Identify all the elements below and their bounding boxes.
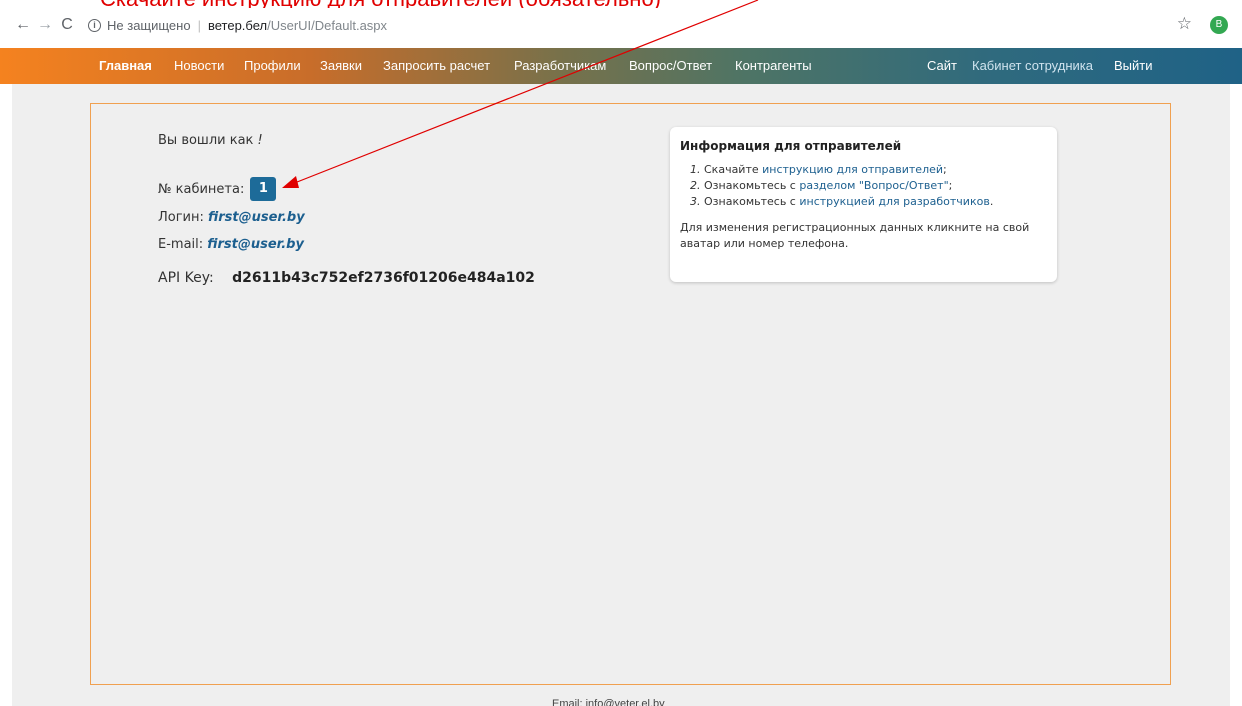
bookmark-star-icon[interactable]: ☆ — [1177, 14, 1192, 34]
nav-employee-cabinet[interactable]: Кабинет сотрудника — [972, 58, 1093, 73]
site-navbar: Главная Новости Профили Заявки Запросить… — [0, 48, 1242, 84]
address-separator: | — [197, 17, 201, 33]
login-label: Логин: — [158, 210, 204, 225]
nav-site[interactable]: Сайт — [927, 58, 957, 73]
back-arrow-icon[interactable]: ← — [12, 16, 34, 34]
url-domain[interactable]: ветер.бел — [208, 18, 267, 33]
logged-in-value: ! — [257, 133, 263, 148]
nav-contractors[interactable]: Контрагенты — [735, 58, 812, 73]
api-key-line: API Key: d2611b43c752ef2736f01206e484a10… — [158, 270, 535, 286]
info-icon[interactable]: i — [88, 18, 101, 32]
api-key-label: API Key: — [158, 270, 214, 286]
info-step: 3. Ознакомьтесь с инструкцией для разраб… — [690, 195, 994, 208]
login-line: Логин: first@user.by — [158, 210, 305, 225]
url-path[interactable]: /UserUI/Default.aspx — [267, 18, 387, 33]
forward-arrow-icon[interactable]: → — [34, 16, 56, 34]
browser-toolbar: ← → C i Не защищено | ветер.бел/UserUI/D… — [0, 8, 1242, 42]
nav-news[interactable]: Новости — [174, 58, 224, 73]
profile-avatar[interactable]: B — [1210, 16, 1228, 34]
cabinet-line: № кабинета: 1 — [158, 177, 277, 201]
info-step: 1. Скачайте инструкцию для отправителей; — [690, 163, 947, 176]
address-bar[interactable]: i Не защищено | ветер.бел/UserUI/Default… — [88, 13, 387, 37]
nav-logout[interactable]: Выйти — [1114, 58, 1153, 73]
sender-info-panel: Информация для отправителей 1. Скачайте … — [670, 127, 1057, 282]
info-steps-list: 1. Скачайте инструкцию для отправителей;… — [680, 162, 1047, 210]
security-status[interactable]: Не защищено — [107, 18, 191, 33]
logged-in-line: Вы вошли как ! — [158, 133, 263, 148]
cabinet-number-badge[interactable]: 1 — [250, 177, 277, 201]
email-link[interactable]: first@user.by — [207, 237, 304, 252]
nav-developers[interactable]: Разработчикам — [514, 58, 606, 73]
nav-request-calc[interactable]: Запросить расчет — [383, 58, 490, 73]
footer-email[interactable]: Email: info@veter.el.by — [552, 698, 665, 706]
reload-icon[interactable]: C — [56, 16, 78, 34]
info-step: 2. Ознакомьтесь с разделом "Вопрос/Ответ… — [690, 179, 953, 192]
login-link[interactable]: first@user.by — [208, 210, 305, 225]
nav-profiles[interactable]: Профили — [244, 58, 301, 73]
nav-faq[interactable]: Вопрос/Ответ — [629, 58, 712, 73]
email-label: E-mail: — [158, 237, 204, 252]
faq-section-link[interactable]: разделом "Вопрос/Ответ" — [799, 179, 948, 192]
developer-instructions-link[interactable]: инструкцией для разработчиков — [799, 195, 989, 208]
info-note: Для изменения регистрационных данных кли… — [680, 221, 1030, 250]
info-panel-title: Информация для отправителей — [680, 139, 902, 153]
logged-in-label: Вы вошли как — [158, 133, 254, 148]
sender-instructions-link[interactable]: инструкцию для отправителей — [762, 163, 943, 176]
email-line: E-mail: first@user.by — [158, 237, 304, 252]
cabinet-label: № кабинета: — [158, 181, 245, 197]
nav-home[interactable]: Главная — [99, 58, 152, 73]
nav-requests[interactable]: Заявки — [320, 58, 362, 73]
api-key-value: d2611b43c752ef2736f01206e484a102 — [232, 270, 535, 286]
